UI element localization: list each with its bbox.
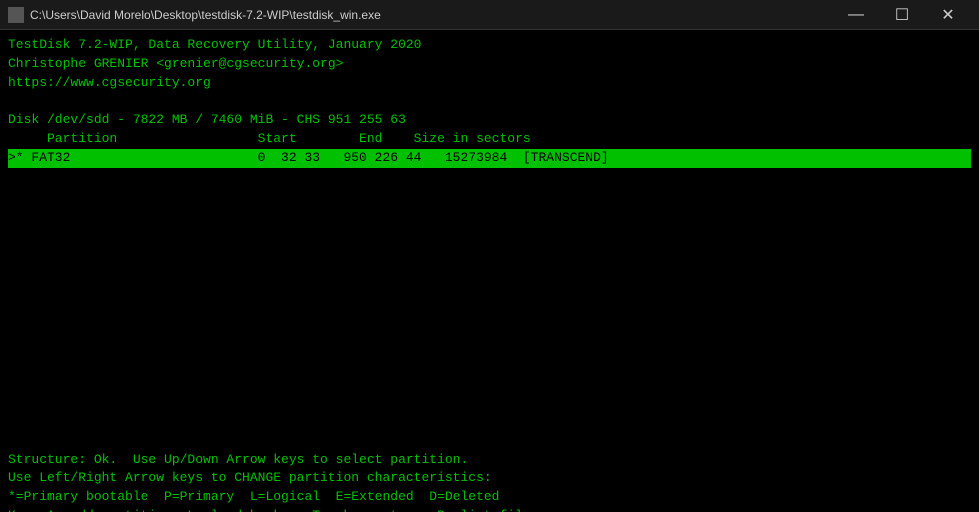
blank-14 [8, 413, 971, 432]
blank-2 [8, 187, 971, 206]
footer-line-3: *=Primary bootable P=Primary L=Logical E… [8, 488, 971, 507]
terminal-line-1: TestDisk 7.2-WIP, Data Recovery Utility,… [8, 36, 971, 55]
terminal-line-4 [8, 93, 971, 112]
terminal-line-6: Partition Start End Size in sectors [8, 130, 971, 149]
window-controls: — ☐ ✕ [833, 0, 971, 30]
blank-8 [8, 300, 971, 319]
blank-3 [8, 206, 971, 225]
blank-10 [8, 338, 971, 357]
blank-4 [8, 224, 971, 243]
title-bar-text: C:\Users\David Morelo\Desktop\testdisk-7… [30, 8, 381, 22]
title-bar: C:\Users\David Morelo\Desktop\testdisk-7… [0, 0, 979, 30]
app-icon [8, 7, 24, 23]
terminal-line-3: https://www.cgsecurity.org [8, 74, 971, 93]
blank-12 [8, 375, 971, 394]
terminal-line-2: Christophe GRENIER <grenier@cgsecurity.o… [8, 55, 971, 74]
minimize-button[interactable]: — [833, 0, 879, 30]
blank-13 [8, 394, 971, 413]
blank-7 [8, 281, 971, 300]
maximize-button[interactable]: ☐ [879, 0, 925, 30]
blank-6 [8, 262, 971, 281]
footer-line-2: Use Left/Right Arrow keys to CHANGE part… [8, 469, 971, 488]
close-button[interactable]: ✕ [925, 0, 971, 30]
blank-1 [8, 168, 971, 187]
footer-line-1: Structure: Ok. Use Up/Down Arrow keys to… [8, 451, 971, 470]
terminal-line-5: Disk /dev/sdd - 7822 MB / 7460 MiB - CHS… [8, 111, 971, 130]
blank-9 [8, 319, 971, 338]
blank-11 [8, 356, 971, 375]
title-bar-left: C:\Users\David Morelo\Desktop\testdisk-7… [8, 7, 381, 23]
terminal: TestDisk 7.2-WIP, Data Recovery Utility,… [0, 30, 979, 512]
footer-line-4: Keys A: add partition, L: load backup, T… [8, 507, 971, 512]
blank-15 [8, 432, 971, 451]
partition-row-selected[interactable]: >* FAT32 0 32 33 950 226 44 15273984 [TR… [8, 149, 971, 168]
blank-5 [8, 243, 971, 262]
